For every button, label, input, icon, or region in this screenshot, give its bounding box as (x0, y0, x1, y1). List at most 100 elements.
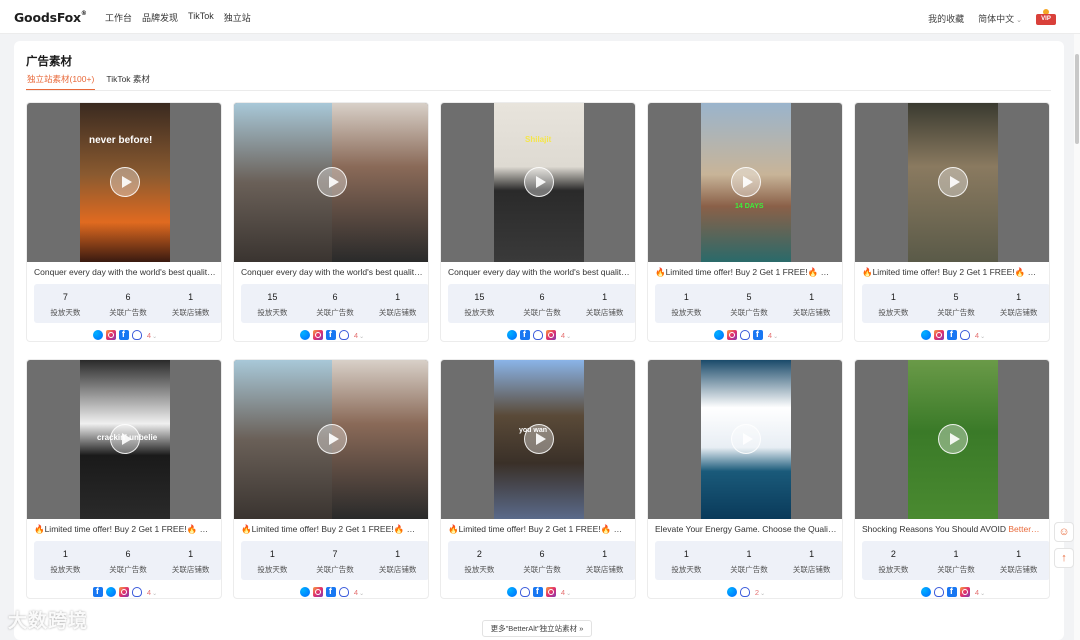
ad-card[interactable]: Shilajit Conquer every day with the worl… (440, 102, 636, 342)
facebook-icon (92, 586, 103, 597)
video-thumbnail[interactable] (648, 360, 842, 519)
stat-days: 15 投放天数 (257, 292, 288, 317)
ad-card[interactable]: 🔥Limited time offer! Buy 2 Get 1 FREE!🔥 … (233, 359, 429, 599)
stat-related-ads: 5 关联广告数 (730, 292, 768, 317)
nav-independent-store[interactable]: 独立站 (224, 11, 251, 24)
ad-card[interactable]: 🔥Limited time offer! Buy 2 Get 1 FREE!🔥 … (854, 102, 1050, 342)
video-thumbnail[interactable]: never before! (27, 103, 221, 262)
thumbnail-caption: Shilajit (525, 135, 552, 144)
platform-count[interactable]: 4⌄ (147, 588, 157, 597)
stat-related-stores: 1 关联店铺数 (585, 292, 624, 317)
ad-card[interactable]: never before! Conquer every day with the… (26, 102, 222, 342)
play-icon[interactable] (524, 167, 554, 197)
play-icon[interactable] (110, 424, 140, 454)
video-thumbnail[interactable] (855, 103, 1049, 262)
ad-title[interactable]: 🔥Limited time offer! Buy 2 Get 1 FREE!🔥 … (448, 524, 630, 535)
ad-title[interactable]: Elevate Your Energy Game. Choose the Qua… (655, 524, 837, 534)
messenger-icon (92, 330, 103, 340)
play-icon[interactable] (731, 167, 761, 197)
ad-title[interactable]: 🔥Limited time offer! Buy 2 Get 1 FREE!🔥 … (241, 524, 423, 535)
platform-count[interactable]: 4⌄ (975, 331, 985, 340)
video-thumbnail[interactable] (234, 360, 428, 519)
video-thumbnail[interactable] (234, 103, 428, 262)
ad-title[interactable]: 🔥Limited time offer! Buy 2 Get 1 FREE!🔥 … (34, 524, 216, 535)
facebook-icon (118, 329, 129, 340)
ad-stats: 2 投放天数 6 关联广告数 1 关联店铺数 (448, 541, 635, 580)
page-scrollbar[interactable] (1074, 34, 1080, 640)
play-icon[interactable] (317, 167, 347, 197)
play-icon[interactable] (731, 424, 761, 454)
ad-card[interactable]: 14 DAYS 🔥Limited time offer! Buy 2 Get 1… (647, 102, 843, 342)
messenger-icon (726, 587, 737, 597)
chevron-down-icon: ⌄ (1016, 16, 1022, 24)
stat-related-ads: 1 关联广告数 (937, 549, 975, 574)
chat-icon[interactable]: ☺ (1054, 522, 1074, 542)
goodsfox-logo[interactable]: GoodsFox® (14, 10, 87, 25)
facebook-icon (752, 329, 763, 340)
ad-card[interactable]: you wan 🔥Limited time offer! Buy 2 Get 1… (440, 359, 636, 599)
ad-stats: 15 投放天数 6 关联广告数 1 关联店铺数 (448, 284, 635, 323)
platform-count[interactable]: 4⌄ (561, 588, 571, 597)
thumbnail-caption: never before! (89, 135, 153, 146)
messenger-icon (713, 330, 724, 340)
audience-network-icon (532, 330, 543, 340)
ad-title[interactable]: Conquer every day with the world's best … (448, 267, 630, 277)
ad-stats: 2 投放天数 1 关联广告数 1 关联店铺数 (862, 541, 1049, 580)
stat-days: 1 投放天数 (671, 549, 702, 574)
stat-days: 2 投放天数 (464, 549, 495, 574)
ad-title[interactable]: Conquer every day with the world's best … (241, 267, 423, 277)
language-select[interactable]: 简体中文 ⌄ (978, 12, 1022, 25)
play-icon[interactable] (317, 424, 347, 454)
platform-count[interactable]: 4⌄ (561, 331, 571, 340)
instagram-icon (545, 330, 556, 340)
stat-related-stores: 1 关联店铺数 (792, 549, 831, 574)
messenger-icon (506, 330, 517, 340)
my-favorites-link[interactable]: 我的收藏 (928, 12, 964, 25)
ad-title[interactable]: 🔥Limited time offer! Buy 2 Get 1 FREE!🔥 … (655, 267, 837, 278)
messenger-icon (506, 587, 517, 597)
play-icon[interactable] (938, 424, 968, 454)
nav-brand-discovery[interactable]: 品牌发现 (142, 11, 178, 24)
video-thumbnail[interactable]: crackin' unbelie (27, 360, 221, 519)
platform-count[interactable]: 4⌄ (147, 331, 157, 340)
stat-days: 1 投放天数 (878, 292, 909, 317)
vip-icon[interactable]: VIP (1036, 9, 1056, 25)
ad-card[interactable]: Conquer every day with the world's best … (233, 102, 429, 342)
platform-count[interactable]: 4⌄ (354, 331, 364, 340)
platform-icons: 4⌄ (441, 329, 635, 340)
platform-count[interactable]: 4⌄ (768, 331, 778, 340)
stat-related-ads: 6 关联广告数 (523, 549, 561, 574)
audience-network-icon (338, 330, 349, 340)
tab-independent-store-materials[interactable]: 独立站素材(100+) (26, 72, 96, 90)
ad-card[interactable]: crackin' unbelie 🔥Limited time offer! Bu… (26, 359, 222, 599)
platform-count[interactable]: 4⌄ (354, 588, 364, 597)
video-thumbnail[interactable] (855, 360, 1049, 519)
ad-title[interactable]: 🔥Limited time offer! Buy 2 Get 1 FREE!🔥 … (862, 267, 1044, 278)
instagram-icon (933, 330, 944, 340)
platform-icons: 4⌄ (855, 586, 1049, 597)
more-materials-button[interactable]: 更多"BetterAlt"独立站素材 » (482, 620, 592, 637)
ad-title[interactable]: Shocking Reasons You Should AVOID Better… (862, 524, 1044, 534)
play-icon[interactable] (938, 167, 968, 197)
tab-tiktok-materials[interactable]: TikTok 素材 (105, 72, 151, 90)
facebook-icon (325, 329, 336, 340)
platform-count[interactable]: 2⌄ (755, 588, 765, 597)
platform-count[interactable]: 4⌄ (975, 588, 985, 597)
ad-title[interactable]: Conquer every day with the world's best … (34, 267, 216, 277)
video-thumbnail[interactable]: you wan (441, 360, 635, 519)
audience-network-icon (131, 587, 142, 597)
video-thumbnail[interactable]: 14 DAYS (648, 103, 842, 262)
back-to-top-icon[interactable]: ↑ (1054, 548, 1074, 568)
stat-days: 1 投放天数 (50, 549, 81, 574)
stat-related-ads: 1 关联广告数 (730, 549, 768, 574)
stat-related-stores: 1 关联店铺数 (585, 549, 624, 574)
instagram-icon (545, 587, 556, 597)
ad-card[interactable]: Elevate Your Energy Game. Choose the Qua… (647, 359, 843, 599)
play-icon[interactable] (110, 167, 140, 197)
video-thumbnail[interactable]: Shilajit (441, 103, 635, 262)
nav-workbench[interactable]: 工作台 (105, 11, 132, 24)
nav-tiktok[interactable]: TikTok (188, 11, 214, 24)
ad-card[interactable]: Shocking Reasons You Should AVOID Better… (854, 359, 1050, 599)
messenger-icon (920, 587, 931, 597)
play-icon[interactable] (524, 424, 554, 454)
